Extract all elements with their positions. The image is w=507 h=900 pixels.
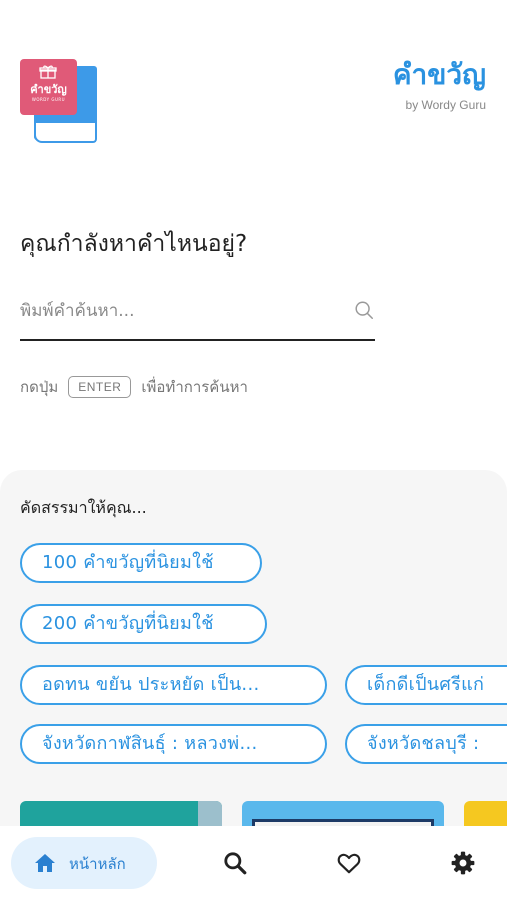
chip-good-kid[interactable]: เด็กดีเป็นศรีแก่ bbox=[345, 665, 507, 705]
nav-home-button[interactable]: หน้าหลัก bbox=[11, 837, 157, 889]
logo-book-page bbox=[34, 123, 97, 143]
hint-after: เพื่อทำการค้นหา bbox=[141, 378, 248, 396]
recommend-title: คัดสรรมาให้คุณ... bbox=[20, 498, 147, 517]
logo-card: คำขวัญ WORDY GURU bbox=[20, 59, 77, 115]
brand-subtitle: by Wordy Guru bbox=[405, 98, 486, 112]
search-field[interactable] bbox=[20, 292, 375, 341]
chip-200-popular[interactable]: 200 คำขวัญที่นิยมใช้ bbox=[20, 604, 267, 644]
nav-heart-icon[interactable] bbox=[336, 850, 362, 876]
recommend-panel: คัดสรรมาให้คุณ... 100 คำขวัญที่นิยมใช้ 2… bbox=[0, 470, 507, 830]
nav-home-label: หน้าหลัก bbox=[69, 855, 126, 873]
enter-key-badge: ENTER bbox=[68, 376, 132, 398]
brand: คำขวัญ by Wordy Guru bbox=[393, 58, 486, 112]
search-question: คุณกำลังหาคำไหนอยู่? bbox=[20, 231, 248, 257]
logo-title: คำขวัญ bbox=[30, 83, 67, 96]
nav-gear-icon[interactable] bbox=[450, 850, 476, 876]
search-hint: กดปุ่ม ENTER เพื่อทำการค้นหา bbox=[20, 372, 248, 402]
logo-subtitle: WORDY GURU bbox=[31, 97, 66, 102]
bottom-nav: หน้าหลัก bbox=[0, 826, 507, 900]
home-icon bbox=[35, 854, 55, 872]
chip-kalasin[interactable]: จังหวัดกาฬสินธุ์ : หลวงพ่... bbox=[20, 724, 327, 764]
chip-chonburi[interactable]: จังหวัดชลบุรี : bbox=[345, 724, 507, 764]
chip-patience[interactable]: อดทน ขยัน ประหยัด เป็น... bbox=[20, 665, 327, 705]
app-logo: คำขวัญ WORDY GURU bbox=[20, 59, 98, 145]
nav-search-icon[interactable] bbox=[222, 850, 248, 876]
search-input[interactable] bbox=[20, 292, 340, 330]
hint-before: กดปุ่ม bbox=[20, 378, 59, 396]
chip-100-popular[interactable]: 100 คำขวัญที่นิยมใช้ bbox=[20, 543, 262, 583]
gift-icon bbox=[39, 65, 57, 79]
search-icon[interactable] bbox=[353, 299, 375, 321]
brand-title: คำขวัญ bbox=[392, 58, 486, 91]
